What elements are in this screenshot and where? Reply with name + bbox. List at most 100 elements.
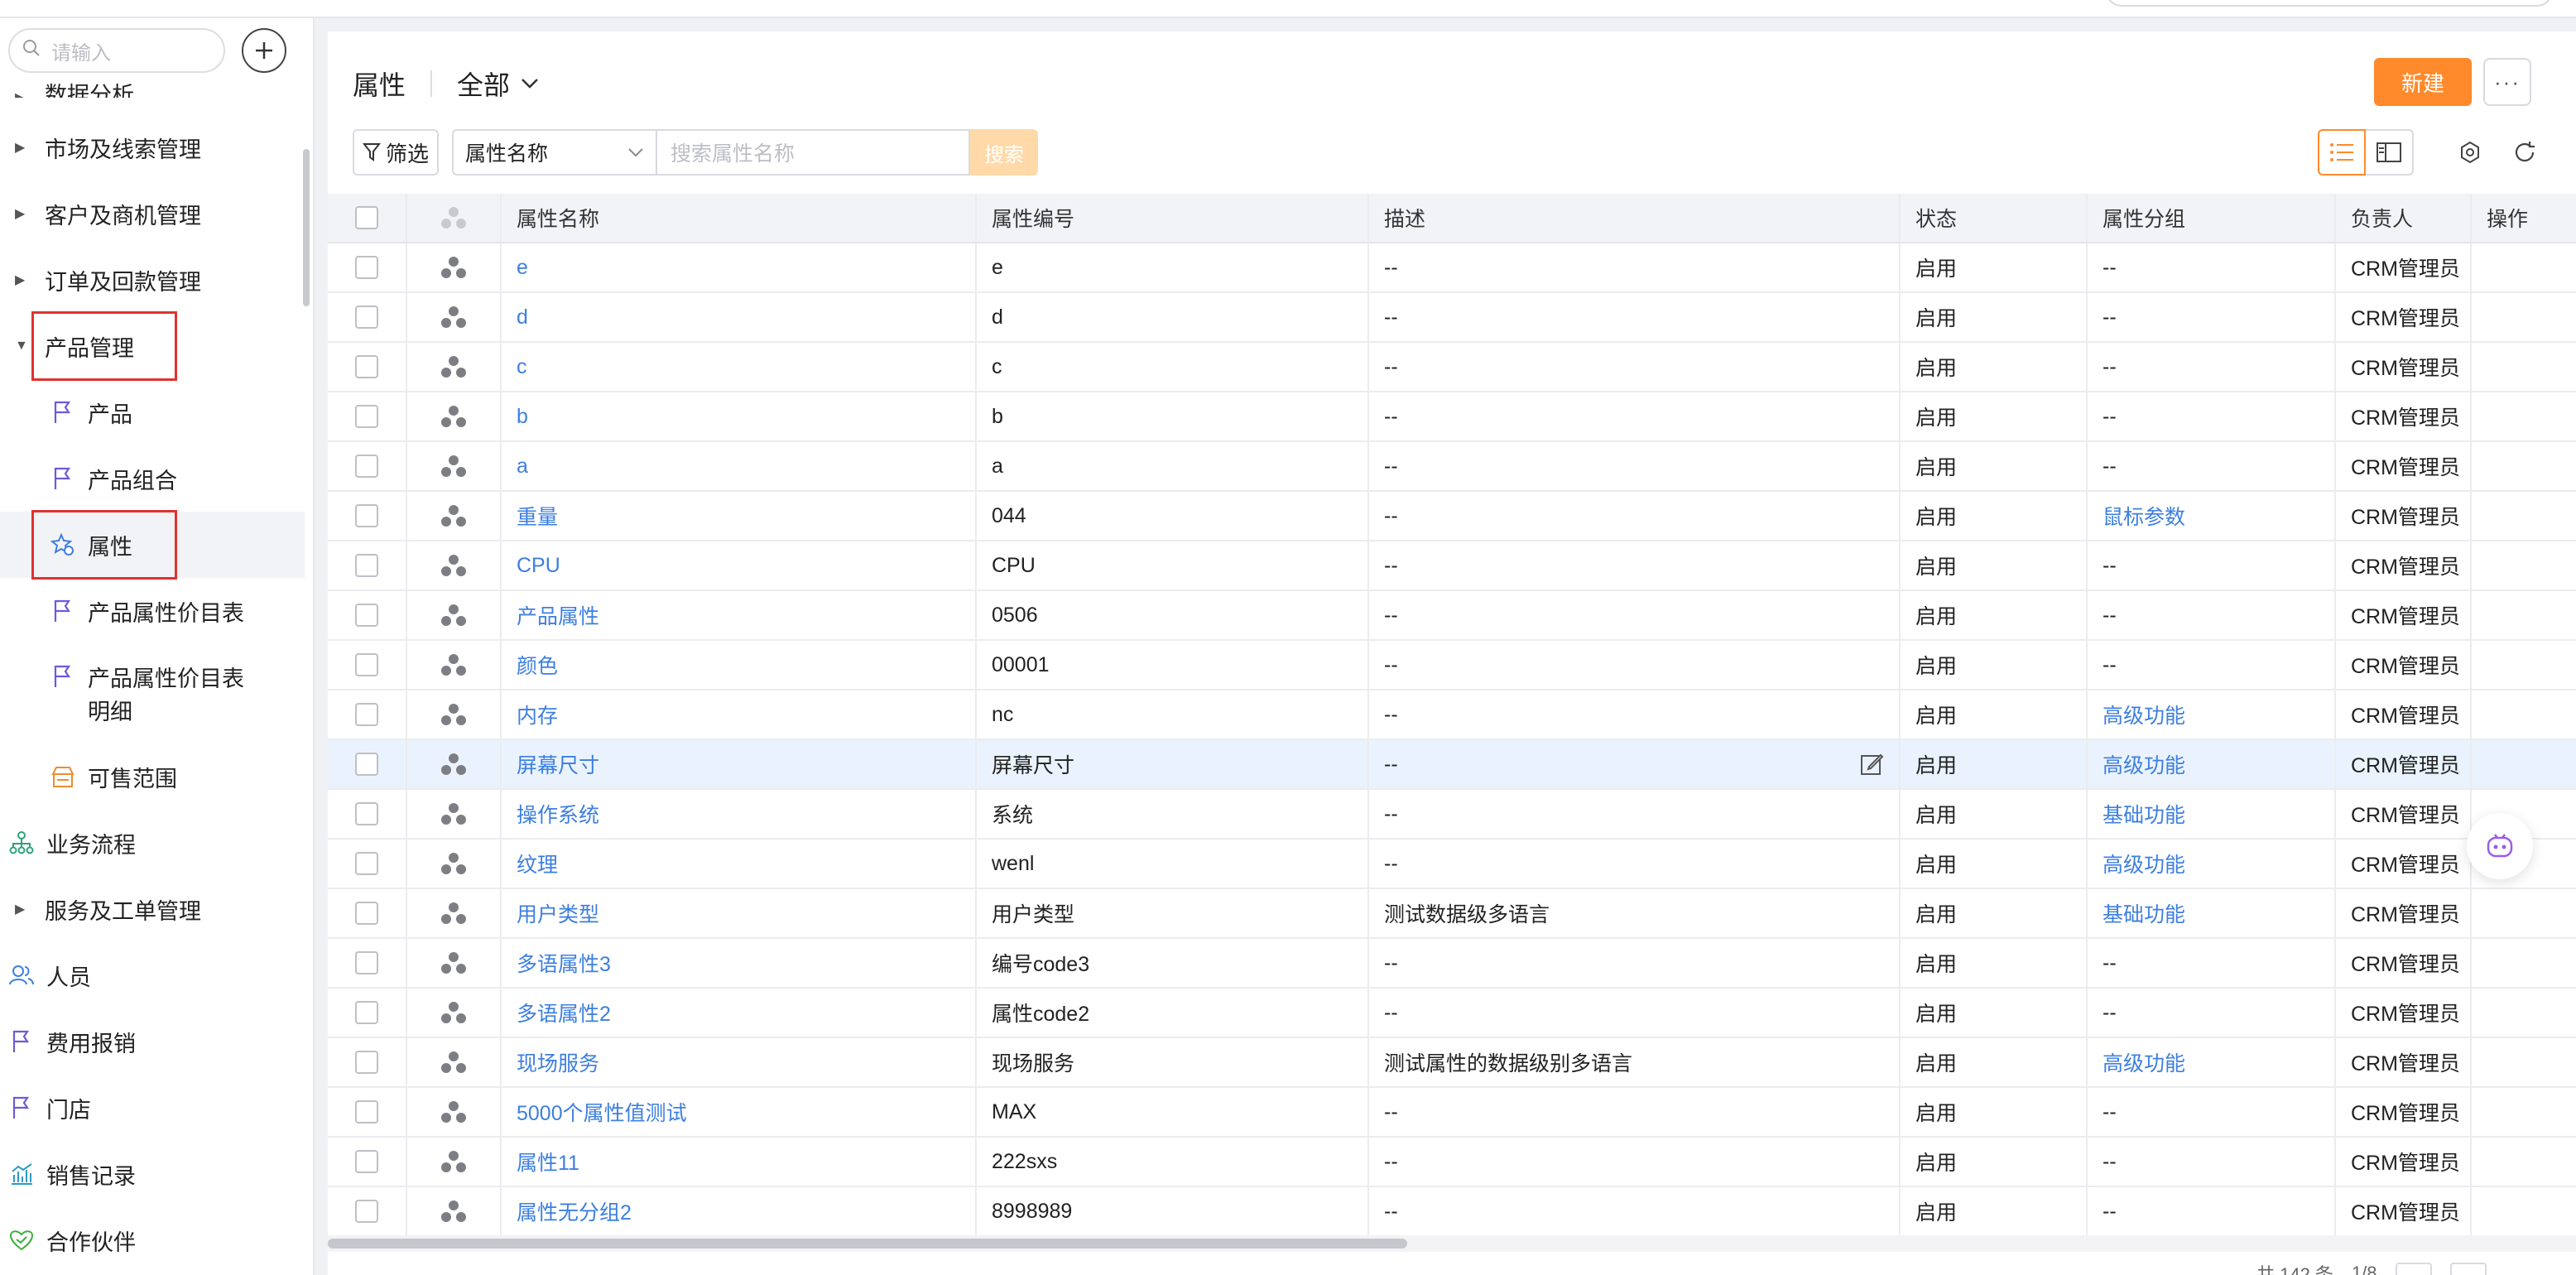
row-checkbox[interactable] xyxy=(328,790,407,838)
sidebar-item-price-list-detail[interactable]: 产品属性价目表 明细 xyxy=(0,652,305,735)
table-row[interactable]: d d -- 启用 -- CRM管理员 xyxy=(328,293,2576,343)
attribute-name-link[interactable]: 产品属性 xyxy=(502,591,977,639)
search-field-select[interactable]: 属性名称 xyxy=(452,129,656,176)
attribute-name-link[interactable]: 重量 xyxy=(502,492,977,540)
table-row[interactable]: 用户类型 用户类型 测试数据级多语言 启用 基础功能 CRM管理员 xyxy=(328,889,2576,939)
column-header-description[interactable]: 描述 xyxy=(1369,194,1901,242)
assistant-bot-button[interactable] xyxy=(2467,813,2533,879)
row-actions[interactable] xyxy=(2472,1138,2576,1186)
row-actions[interactable] xyxy=(2472,243,2576,291)
attribute-name-link[interactable]: 用户类型 xyxy=(502,889,977,937)
table-row[interactable]: 现场服务 现场服务 测试属性的数据级别多语言 启用 高级功能 CRM管理员 xyxy=(328,1038,2576,1088)
attribute-name-link[interactable]: 5000个属性值测试 xyxy=(502,1088,977,1136)
new-button[interactable]: 新建 xyxy=(2374,58,2472,106)
search-button[interactable]: 搜索 xyxy=(970,129,1038,176)
attribute-group[interactable]: 鼠标参数 xyxy=(2088,492,2336,540)
attribute-group[interactable]: 高级功能 xyxy=(2088,840,2336,888)
scrollbar-thumb[interactable] xyxy=(328,1239,1407,1249)
sidebar-item-product-bundle[interactable]: 产品组合 xyxy=(0,454,305,503)
table-row[interactable]: a a -- 启用 -- CRM管理员 xyxy=(328,442,2576,492)
attribute-group[interactable]: 基础功能 xyxy=(2088,790,2336,838)
attribute-name-link[interactable]: a xyxy=(502,442,977,490)
table-row[interactable]: 纹理 wenl -- 启用 高级功能 CRM管理员 xyxy=(328,840,2576,889)
row-actions[interactable] xyxy=(2472,591,2576,639)
sidebar-item-sale-scope[interactable]: 可售范围 xyxy=(0,752,305,801)
attribute-name-link[interactable]: 纹理 xyxy=(502,840,977,888)
attribute-name-link[interactable]: 多语属性2 xyxy=(502,989,977,1037)
table-row[interactable]: b b -- 启用 -- CRM管理员 xyxy=(328,392,2576,442)
sidebar-item-data-analysis[interactable]: ▶ 数据分析 xyxy=(0,78,305,98)
attribute-name-link[interactable]: 屏幕尺寸 xyxy=(502,740,977,788)
table-row[interactable]: 产品属性 0506 -- 启用 -- CRM管理员 xyxy=(328,591,2576,641)
split-view-toggle[interactable] xyxy=(2366,129,2414,176)
table-row[interactable]: 多语属性3 编号code3 -- 启用 -- CRM管理员 xyxy=(328,939,2576,989)
attribute-name-link[interactable]: b xyxy=(502,392,977,440)
row-checkbox[interactable] xyxy=(328,591,407,639)
column-header-group[interactable]: 属性分组 xyxy=(2088,194,2336,242)
row-checkbox[interactable] xyxy=(328,392,407,440)
column-header-status[interactable]: 状态 xyxy=(1901,194,2088,242)
attribute-name-link[interactable]: d xyxy=(502,293,977,341)
sidebar-item-market[interactable]: ▶ 市场及线索管理 xyxy=(0,123,305,172)
sidebar-item-customer[interactable]: ▶ 客户及商机管理 xyxy=(0,189,305,238)
table-row[interactable]: CPU CPU -- 启用 -- CRM管理员 xyxy=(328,541,2576,591)
attribute-group[interactable]: 高级功能 xyxy=(2088,740,2336,788)
row-actions[interactable] xyxy=(2472,492,2576,540)
sidebar-item-expense[interactable]: 费用报销 xyxy=(0,1017,305,1066)
select-all-checkbox[interactable] xyxy=(328,194,407,242)
row-checkbox[interactable] xyxy=(328,740,407,788)
row-checkbox[interactable] xyxy=(328,492,407,540)
edit-icon[interactable] xyxy=(1859,752,1884,782)
table-row[interactable]: e e -- 启用 -- CRM管理员 xyxy=(328,243,2576,293)
row-checkbox[interactable] xyxy=(328,641,407,689)
row-actions[interactable] xyxy=(2472,343,2576,391)
sidebar-item-workflow[interactable]: 业务流程 xyxy=(0,818,305,868)
filter-button[interactable]: 筛选 xyxy=(353,129,439,176)
row-checkbox[interactable] xyxy=(328,343,407,391)
sidebar-item-order[interactable]: ▶ 订单及回款管理 xyxy=(0,255,305,305)
horizontal-scrollbar[interactable] xyxy=(328,1235,2576,1252)
row-actions[interactable] xyxy=(2472,939,2576,987)
settings-icon[interactable] xyxy=(2455,137,2485,167)
row-actions[interactable] xyxy=(2472,641,2576,689)
sidebar-item-sales-record[interactable]: 销售记录 xyxy=(0,1149,305,1199)
page-indicator[interactable]: 1/8 xyxy=(2352,1263,2377,1275)
next-page-button[interactable] xyxy=(2449,1263,2487,1275)
table-row[interactable]: 重量 044 -- 启用 鼠标参数 CRM管理员 xyxy=(328,492,2576,541)
attribute-name-link[interactable]: CPU xyxy=(502,541,977,589)
attribute-name-link[interactable]: 属性无分组2 xyxy=(502,1187,977,1235)
attribute-name-link[interactable]: 内存 xyxy=(502,690,977,739)
attribute-group[interactable]: 高级功能 xyxy=(2088,690,2336,739)
sidebar-item-people[interactable]: 人员 xyxy=(0,950,305,1000)
attribute-name-link[interactable]: e xyxy=(502,243,977,291)
table-row[interactable]: 内存 nc -- 启用 高级功能 CRM管理员 xyxy=(328,690,2576,740)
refresh-icon[interactable] xyxy=(2510,137,2540,167)
row-actions[interactable] xyxy=(2472,392,2576,440)
row-actions[interactable] xyxy=(2472,541,2576,589)
row-actions[interactable] xyxy=(2472,442,2576,490)
row-actions[interactable] xyxy=(2472,690,2576,739)
row-actions[interactable] xyxy=(2472,889,2576,937)
row-checkbox[interactable] xyxy=(328,442,407,490)
sidebar-item-service[interactable]: ▶ 服务及工单管理 xyxy=(0,884,305,934)
table-row[interactable]: 屏幕尺寸 屏幕尺寸 -- 启用 高级功能 CRM管理员 xyxy=(328,740,2576,790)
row-checkbox[interactable] xyxy=(328,889,407,937)
table-row[interactable]: 操作系统 系统 -- 启用 基础功能 CRM管理员 xyxy=(328,790,2576,840)
table-row[interactable]: 属性11 222sxs -- 启用 -- CRM管理员 xyxy=(328,1138,2576,1187)
row-checkbox[interactable] xyxy=(328,541,407,589)
table-row[interactable]: 颜色 00001 -- 启用 -- CRM管理员 xyxy=(328,641,2576,690)
attribute-name-link[interactable]: 多语属性3 xyxy=(502,939,977,987)
row-checkbox[interactable] xyxy=(328,1038,407,1086)
row-actions[interactable] xyxy=(2472,1088,2576,1136)
row-checkbox[interactable] xyxy=(328,1187,407,1235)
row-actions[interactable] xyxy=(2472,1187,2576,1235)
row-checkbox[interactable] xyxy=(328,1138,407,1186)
attribute-group[interactable]: 基础功能 xyxy=(2088,889,2336,937)
attribute-name-link[interactable]: 颜色 xyxy=(502,641,977,689)
attribute-name-link[interactable]: 现场服务 xyxy=(502,1038,977,1086)
row-actions[interactable] xyxy=(2472,989,2576,1037)
row-actions[interactable] xyxy=(2472,1038,2576,1086)
row-checkbox[interactable] xyxy=(328,690,407,739)
column-header-name[interactable]: 属性名称 xyxy=(502,194,977,242)
more-button[interactable]: ··· xyxy=(2483,58,2531,106)
